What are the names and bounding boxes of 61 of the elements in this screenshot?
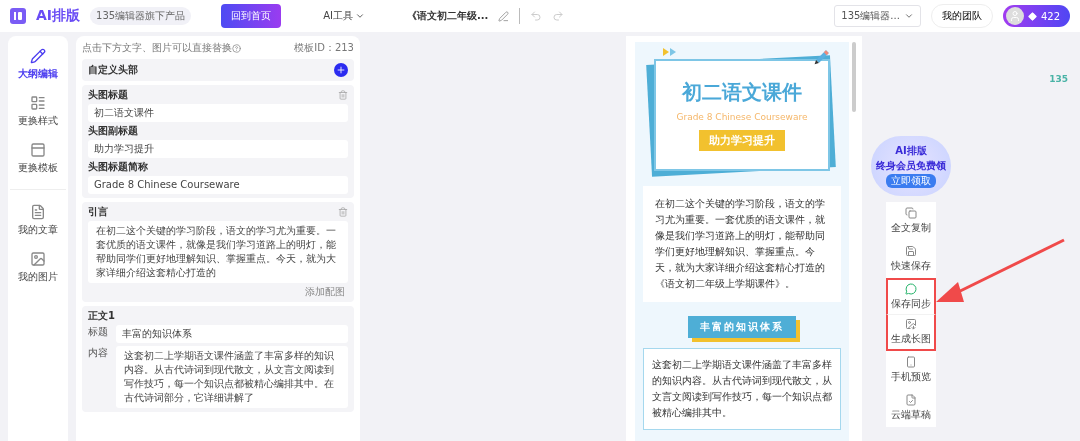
- quote-textarea[interactable]: 在初二这个关键的学习阶段，语文的学习尤为重要。一套优质的语文课件，就像是我们学习道路上的明灯，能帮助同学们更好地理解知识、掌握重点。今天，就为大家详细介绍这套精心打造的: [88, 221, 348, 283]
- input-field[interactable]: 初二语文课件: [88, 104, 348, 122]
- delete-icon[interactable]: [338, 207, 348, 217]
- app-logo: AI排版: [36, 7, 81, 25]
- content-textarea[interactable]: 这套初二上学期语文课件涵盖了丰富多样的知识内容。从古代诗词到现代散文，从文言文阅读到写作技巧，每一个知识点都被精心编排其中。在古代诗词部分，它详细讲解了: [116, 346, 348, 408]
- promo-badge[interactable]: AI排版 终身会员免费领 立即领取: [871, 136, 951, 196]
- toolbar-button[interactable]: 保存同步: [886, 278, 936, 315]
- help-icon[interactable]: [232, 43, 241, 53]
- edit-icon[interactable]: [498, 10, 510, 22]
- phone-icon: [905, 356, 917, 368]
- delete-icon[interactable]: [338, 90, 348, 100]
- document-icon: [30, 204, 46, 220]
- add-button[interactable]: [334, 63, 348, 77]
- nav-item[interactable]: 更换模板: [18, 142, 58, 175]
- pencil-icon: [30, 48, 46, 64]
- document-icon: [905, 394, 917, 406]
- input-field[interactable]: 助力学习提升: [88, 140, 348, 158]
- save-icon: [905, 245, 917, 257]
- toolbar-button[interactable]: 生成长图: [886, 315, 936, 351]
- nav-item[interactable]: 大纲编辑: [18, 48, 58, 81]
- chevron-down-icon: [354, 11, 365, 21]
- hint-text: 点击下方文字、图片可以直接替换: [82, 41, 232, 55]
- input-field[interactable]: Grade 8 Chinese Courseware: [88, 176, 348, 194]
- triangles-icon: [663, 48, 677, 56]
- avatar: [1005, 7, 1024, 25]
- corner-label: 135: [1049, 74, 1068, 84]
- scrollbar-thumb[interactable]: [852, 42, 856, 112]
- chat-icon: [905, 283, 917, 295]
- field-label: 头图标题: [88, 89, 128, 101]
- card-title: 正文1: [88, 310, 116, 322]
- field-label: 头图标题简称: [88, 161, 148, 173]
- copy-icon: [905, 207, 917, 219]
- diamond-icon: [1027, 11, 1037, 21]
- card-title: 引言: [88, 206, 108, 218]
- home-button[interactable]: 回到首页: [221, 4, 282, 28]
- layout-icon: [30, 95, 46, 111]
- field-label: 标题: [88, 325, 109, 339]
- template-icon: [30, 142, 46, 158]
- template-id: 模板ID：213: [294, 41, 354, 55]
- input-field[interactable]: 丰富的知识体系: [116, 325, 348, 343]
- hero-subtitle: Grade 8 Chinese Courseware: [676, 112, 808, 124]
- account-button[interactable]: 422: [1002, 5, 1070, 27]
- nav-item[interactable]: 我的文章: [18, 204, 58, 237]
- field-label: 头图副标题: [88, 125, 138, 137]
- image-icon: [905, 318, 917, 330]
- hero-tagline: 助力学习提升: [699, 130, 785, 151]
- hero-title: 初二语文课件: [682, 79, 802, 106]
- team-button[interactable]: 我的团队: [930, 4, 993, 28]
- nav-item[interactable]: 更换样式: [18, 95, 58, 128]
- section-paragraph: 这套初二上学期语文课件涵盖了丰富多样的知识内容。从古代诗词到现代散文，从文言文阅读到写作技巧，每一个知识点都被精心编排其中。: [643, 348, 841, 430]
- card-title: 自定义头部: [88, 64, 138, 76]
- chevron-down-icon: [903, 11, 914, 21]
- document-title: 《语文初二年级...: [406, 9, 489, 23]
- field-label: 内容: [88, 346, 109, 360]
- tagline: 135编辑器旗下产品: [90, 7, 192, 25]
- image-icon: [30, 251, 46, 267]
- logo-icon: [10, 8, 26, 24]
- ai-tools-menu[interactable]: AI工具: [321, 7, 367, 25]
- intro-paragraph: 在初二这个关键的学习阶段，语文的学习尤为重要。一套优质的语文课件，就像是我们学习道路上的明灯，能帮助同学们更好地理解知识、掌握重点。今天，就为大家详细介绍这套精心打造的《语文初二年级上学期课件》。: [643, 186, 841, 302]
- editor-select[interactable]: 135编辑器...: [834, 5, 921, 27]
- nav-item[interactable]: 我的图片: [18, 251, 58, 284]
